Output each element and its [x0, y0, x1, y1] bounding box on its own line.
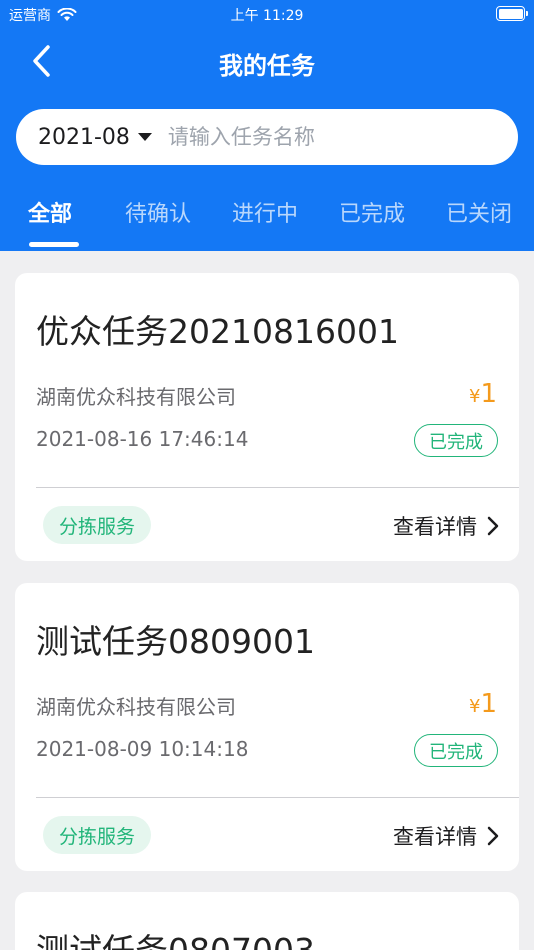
card-divider	[36, 487, 519, 488]
search-input[interactable]	[167, 125, 468, 149]
price-value: 1	[480, 379, 497, 409]
task-datetime: 2021-08-16 17:46:14	[36, 427, 249, 451]
status-bar: 运营商 上午 11:29	[0, 0, 534, 28]
task-price: ¥ 1	[469, 689, 497, 719]
view-details-label: 查看详情	[393, 515, 477, 539]
price-value: 1	[480, 689, 497, 719]
task-card[interactable]: 优众任务20210816001 湖南优众科技有限公司 ¥ 1 2021-08-1…	[15, 273, 519, 561]
service-tag: 分拣服务	[43, 506, 152, 544]
view-details-link[interactable]: 查看详情	[393, 511, 499, 541]
status-tabs: 全部 待确认 进行中 已完成 已关闭	[0, 186, 534, 251]
tab-in-progress[interactable]: 进行中	[232, 196, 298, 228]
status-badge: 已完成	[414, 734, 498, 767]
tab-pending[interactable]: 待确认	[125, 196, 191, 228]
view-details-label: 查看详情	[393, 825, 477, 849]
task-company: 湖南优众科技有限公司	[36, 695, 236, 719]
service-tag: 分拣服务	[43, 816, 152, 854]
date-filter[interactable]: 2021-08	[38, 125, 152, 150]
task-price: ¥ 1	[469, 379, 497, 409]
tab-closed[interactable]: 已关闭	[446, 196, 512, 228]
task-datetime: 2021-08-09 10:14:18	[36, 737, 249, 761]
task-company: 湖南优众科技有限公司	[36, 385, 236, 409]
page-title: 我的任务	[219, 52, 315, 80]
task-card[interactable]: 测试任务0809001 湖南优众科技有限公司 ¥ 1 2021-08-09 10…	[15, 583, 519, 871]
status-badge: 已完成	[414, 424, 498, 457]
battery-icon	[496, 6, 528, 21]
date-filter-value: 2021-08	[38, 124, 130, 150]
task-title: 测试任务0809001	[36, 622, 315, 661]
app-header: 运营商 上午 11:29 我的任务 2021-08 请输入任务名称 全部 待确认…	[0, 0, 534, 251]
view-details-link[interactable]: 查看详情	[393, 821, 499, 851]
card-divider	[36, 797, 519, 798]
tab-all[interactable]: 全部	[28, 196, 72, 228]
nav-bar: 我的任务	[0, 36, 534, 86]
currency-symbol: ¥	[469, 696, 481, 717]
task-card[interactable]: 测试任务0807003	[15, 892, 519, 950]
search-bar: 2021-08	[16, 109, 518, 165]
chevron-right-icon	[487, 516, 499, 536]
chevron-right-icon	[487, 826, 499, 846]
tab-indicator	[29, 242, 79, 247]
currency-symbol: ¥	[469, 386, 481, 407]
caret-down-icon	[137, 133, 152, 141]
task-title: 优众任务20210816001	[36, 312, 399, 351]
tab-completed[interactable]: 已完成	[339, 196, 405, 228]
status-time: 上午 11:29	[230, 8, 304, 24]
task-title: 测试任务0807003	[36, 924, 315, 950]
